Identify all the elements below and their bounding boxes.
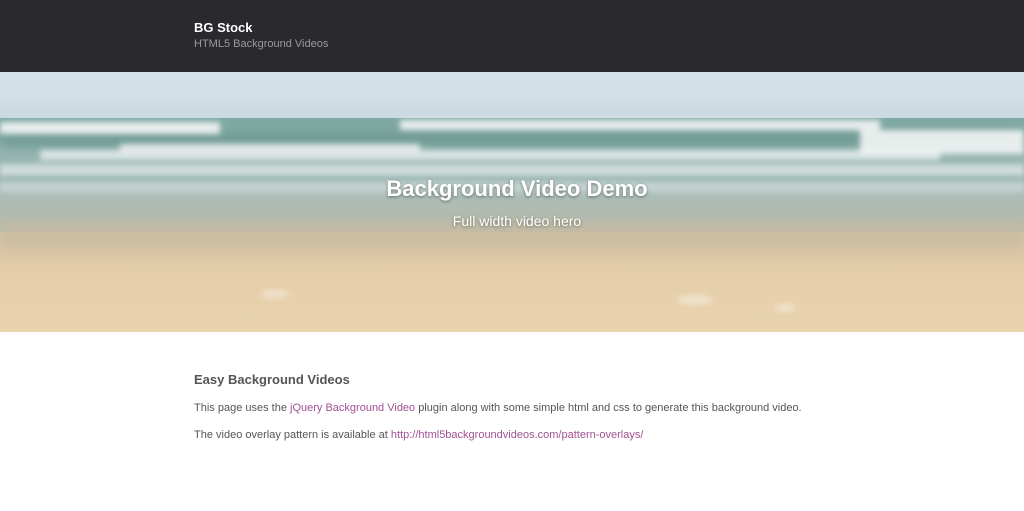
- intro-text-before: This page uses the: [194, 402, 291, 414]
- site-brand[interactable]: BG Stock: [194, 20, 253, 35]
- hero-title: Background Video Demo: [386, 176, 648, 201]
- pattern-overlays-link[interactable]: http://html5backgroundvideos.com/pattern…: [391, 429, 644, 441]
- site-header: BG Stock HTML5 Background Videos: [0, 0, 1024, 72]
- site-tagline: HTML5 Background Videos: [194, 38, 329, 50]
- overlay-paragraph: The video overlay pattern is available a…: [194, 428, 834, 443]
- main-content: Easy Background Videos This page uses th…: [194, 372, 834, 455]
- hero-subtitle: Full width video hero: [452, 213, 582, 229]
- video-hero: Background Video Demo Full width video h…: [0, 72, 1024, 332]
- jquery-background-video-link[interactable]: jQuery Background Video: [290, 402, 415, 414]
- overlay-text: The video overlay pattern is available a…: [194, 429, 391, 441]
- beach-video-background: [0, 72, 1024, 332]
- section-heading: Easy Background Videos: [194, 372, 350, 387]
- intro-text-after: plugin along with some simple html and c…: [415, 402, 802, 414]
- intro-paragraph: This page uses the jQuery Background Vid…: [194, 401, 834, 416]
